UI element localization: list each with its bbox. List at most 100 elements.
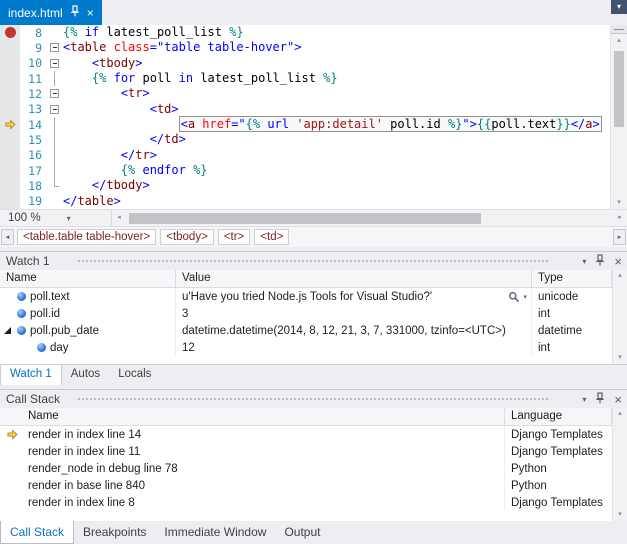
code-text[interactable]: <a href="{% url 'app:detail' poll.id %}"…	[63, 117, 610, 132]
code-line[interactable]: 14 <a href="{% url 'app:detail' poll.id …	[0, 117, 610, 132]
callstack-title-bar[interactable]: Call Stack ▾ ×	[0, 390, 627, 408]
code-text[interactable]: {% endfor %}	[63, 163, 610, 178]
pin-icon[interactable]	[70, 5, 80, 20]
code-editor[interactable]: 8{% if latest_poll_list %}9<table class=…	[0, 25, 627, 209]
watch-tab-autos[interactable]: Autos	[62, 365, 109, 385]
code-line[interactable]: 9<table class="table table-hover">	[0, 40, 610, 55]
code-line[interactable]: 16 </tr>	[0, 148, 610, 163]
breadcrumb-item[interactable]: <td>	[254, 229, 289, 245]
watch-row[interactable]: poll.pub_datedatetime.datetime(2014, 8, …	[0, 322, 612, 339]
code-line[interactable]: 11 {% for poll in latest_poll_list %}	[0, 71, 610, 86]
code-line[interactable]: 19</table>	[0, 194, 610, 209]
fold-collapse-icon[interactable]	[50, 59, 59, 68]
pin-icon[interactable]	[595, 254, 605, 269]
code-line[interactable]: 10 <tbody>	[0, 56, 610, 71]
scroll-up-icon[interactable]: ▴	[611, 34, 627, 47]
watch-scrollbar[interactable]: ▴ ▾	[612, 270, 627, 364]
pin-icon[interactable]	[595, 392, 605, 407]
code-text[interactable]: <tbody>	[63, 56, 610, 71]
close-icon[interactable]: ×	[87, 7, 94, 19]
watch-row[interactable]: poll.id3int	[0, 305, 612, 322]
horizontal-scrollbar-thumb[interactable]	[129, 213, 481, 224]
fold-collapse-icon[interactable]	[50, 105, 59, 114]
window-menu-icon[interactable]: ▾	[582, 395, 586, 404]
code-line[interactable]: 15 </td>	[0, 132, 610, 147]
scroll-right-icon[interactable]: ▸	[613, 210, 627, 226]
bottom-tab-breakpoints[interactable]: Breakpoints	[74, 521, 155, 544]
callstack-row[interactable]: render in index line 8Django Templates	[0, 494, 612, 511]
code-text[interactable]: </tbody>	[63, 178, 610, 193]
code-line[interactable]: 18 </tbody>	[0, 178, 610, 193]
watch-row[interactable]: poll.textu'Have you tried Node.js Tools …	[0, 288, 612, 305]
magnifier-icon[interactable]	[508, 291, 520, 303]
breadcrumb-item[interactable]: <tr>	[218, 229, 250, 245]
watch-value-cell[interactable]: 12	[176, 339, 532, 356]
code-line[interactable]: 17 {% endfor %}	[0, 163, 610, 178]
scroll-up-icon[interactable]: ▴	[613, 270, 627, 282]
watch-tab-watch-1[interactable]: Watch 1	[0, 365, 62, 385]
code-text[interactable]: </td>	[63, 132, 610, 147]
code-text[interactable]: {% if latest_poll_list %}	[63, 25, 610, 40]
breadcrumb-item[interactable]: <table.table table-hover>	[17, 229, 156, 245]
callstack-row[interactable]: render_node in debug line 78Python	[0, 460, 612, 477]
bottom-tab-immediate-window[interactable]: Immediate Window	[155, 521, 275, 544]
callstack-row[interactable]: render in index line 14Django Templates	[0, 426, 612, 443]
glyph-margin-cell[interactable]	[0, 178, 20, 193]
editor-vertical-scrollbar[interactable]: ▴ ▾	[610, 25, 627, 209]
glyph-margin-cell[interactable]	[0, 148, 20, 163]
tab-index-html[interactable]: index.html ×	[0, 0, 102, 25]
code-text[interactable]: </table>	[63, 194, 610, 209]
scroll-left-icon[interactable]: ◂	[112, 210, 126, 226]
code-text[interactable]: </tr>	[63, 148, 610, 163]
glyph-margin-cell[interactable]	[0, 132, 20, 147]
breadcrumb-item[interactable]: <tbody>	[160, 229, 214, 245]
current-statement-glyph-cell[interactable]	[0, 117, 20, 132]
fold-collapse-icon[interactable]	[50, 89, 59, 98]
glyph-margin-cell[interactable]	[0, 102, 20, 117]
callstack-scrollbar[interactable]: ▴ ▾	[612, 408, 627, 521]
glyph-margin-cell[interactable]	[0, 40, 20, 55]
tab-overflow-button[interactable]: ▾	[611, 0, 627, 14]
drag-grip[interactable]	[78, 260, 549, 263]
bottom-tab-call-stack[interactable]: Call Stack	[0, 521, 74, 544]
glyph-margin-cell[interactable]	[0, 194, 20, 209]
expander-icon[interactable]	[4, 327, 11, 334]
window-menu-icon[interactable]: ▾	[582, 257, 586, 266]
breakpoint-icon[interactable]	[5, 27, 16, 38]
breadcrumb-right-arrow[interactable]: ▸	[613, 229, 626, 245]
bottom-tab-output[interactable]: Output	[275, 521, 329, 544]
code-text[interactable]: {% for poll in latest_poll_list %}	[63, 71, 610, 86]
breakpoint-glyph-cell[interactable]	[0, 25, 20, 40]
column-header-language[interactable]: Language	[505, 408, 612, 425]
scroll-down-icon[interactable]: ▾	[613, 352, 627, 364]
watch-value-cell[interactable]: u'Have you tried Node.js Tools for Visua…	[176, 288, 532, 305]
close-icon[interactable]: ×	[614, 255, 622, 268]
watch-value-cell[interactable]: datetime.datetime(2014, 8, 12, 21, 3, 7,…	[176, 322, 532, 339]
code-text[interactable]: <table class="table table-hover">	[63, 40, 610, 55]
fold-collapse-icon[interactable]	[50, 43, 59, 52]
value-visualizer[interactable]: ▾	[508, 291, 531, 303]
callstack-row[interactable]: render in base line 840Python	[0, 477, 612, 494]
column-header-name[interactable]: Name	[0, 270, 176, 287]
editor-horizontal-scrollbar[interactable]: ◂ ▸	[112, 210, 627, 226]
glyph-margin-cell[interactable]	[0, 86, 20, 101]
editor-splitter-handle[interactable]	[611, 25, 627, 34]
code-line[interactable]: 13 <td>	[0, 102, 610, 117]
column-header-type[interactable]: Type	[532, 270, 612, 287]
code-line[interactable]: 8{% if latest_poll_list %}	[0, 25, 610, 40]
callstack-row[interactable]: render in index line 11Django Templates	[0, 443, 612, 460]
code-text[interactable]: <tr>	[63, 86, 610, 101]
glyph-margin-cell[interactable]	[0, 163, 20, 178]
column-header-name[interactable]: Name	[0, 408, 505, 425]
watch-tab-locals[interactable]: Locals	[109, 365, 160, 385]
glyph-margin-cell[interactable]	[0, 56, 20, 71]
scroll-down-icon[interactable]: ▾	[611, 196, 627, 209]
glyph-margin-cell[interactable]	[0, 71, 20, 86]
code-text[interactable]: <td>	[63, 102, 610, 117]
zoom-control[interactable]: 100 % ▾	[0, 210, 112, 226]
close-icon[interactable]: ×	[614, 393, 622, 406]
chevron-down-icon[interactable]: ▾	[523, 293, 527, 301]
scroll-down-icon[interactable]: ▾	[613, 509, 627, 521]
watch-title-bar[interactable]: Watch 1 ▾ ×	[0, 252, 627, 270]
code-line[interactable]: 12 <tr>	[0, 86, 610, 101]
